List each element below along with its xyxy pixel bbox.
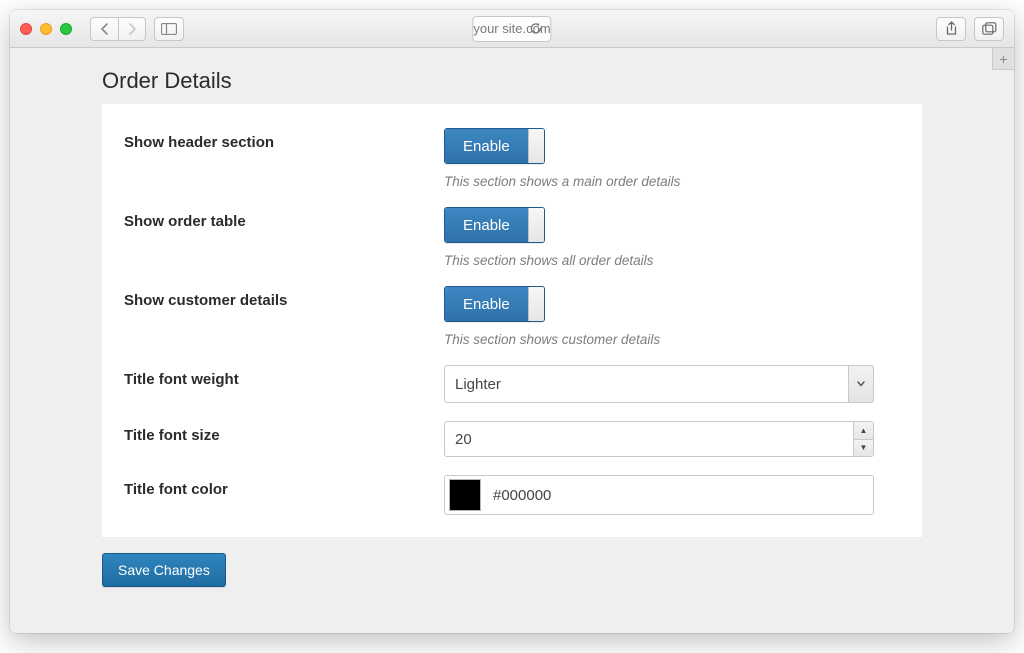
color-swatch[interactable] — [449, 479, 481, 511]
setting-label: Show customer details — [124, 286, 444, 309]
toggle-order-table[interactable]: Enable — [444, 207, 545, 243]
chevron-left-icon — [100, 23, 109, 35]
show-tabs-button[interactable] — [974, 17, 1004, 41]
back-button[interactable] — [90, 17, 118, 41]
forward-button[interactable] — [118, 17, 146, 41]
help-text: This section shows all order details — [444, 253, 900, 268]
font-size-input[interactable] — [444, 421, 874, 457]
share-icon — [945, 21, 958, 36]
toggle-handle — [528, 208, 544, 242]
setting-title-font-size: Title font size ▲ ▼ — [102, 403, 922, 457]
setting-control — [444, 475, 900, 515]
minimize-window-button[interactable] — [40, 23, 52, 35]
setting-label: Show header section — [124, 128, 444, 151]
page-title: Order Details — [102, 68, 922, 94]
toggle-label: Enable — [445, 208, 528, 242]
new-tab-button[interactable]: + — [992, 48, 1014, 70]
tabs-icon — [982, 22, 997, 35]
setting-show-header-section: Show header section Enable This section … — [102, 110, 922, 189]
content-wrap: Order Details Show header section Enable… — [10, 48, 1014, 607]
toggle-handle — [528, 129, 544, 163]
zoom-window-button[interactable] — [60, 23, 72, 35]
settings-panel: Show header section Enable This section … — [102, 104, 922, 537]
setting-control: Enable This section shows a main order d… — [444, 128, 900, 189]
setting-control: Lighter — [444, 365, 900, 403]
setting-control: ▲ ▼ — [444, 421, 900, 457]
show-sidebar-button[interactable] — [154, 17, 184, 41]
reload-icon — [530, 22, 543, 35]
setting-label: Show order table — [124, 207, 444, 230]
setting-label: Title font color — [124, 475, 444, 498]
chevron-right-icon — [128, 23, 137, 35]
number-input-wrap: ▲ ▼ — [444, 421, 874, 457]
browser-window: your site.com + Order Details Show heade… — [10, 10, 1014, 633]
page-viewport: Order Details Show header section Enable… — [10, 48, 1014, 633]
plus-icon: + — [999, 51, 1007, 67]
help-text: This section shows a main order details — [444, 174, 900, 189]
setting-title-font-color: Title font color — [102, 457, 922, 515]
toggle-customer-details[interactable]: Enable — [444, 286, 545, 322]
address-bar[interactable]: your site.com — [472, 16, 551, 42]
toggle-label: Enable — [445, 287, 528, 321]
setting-label: Title font weight — [124, 365, 444, 388]
toggle-handle — [528, 287, 544, 321]
sidebar-icon — [161, 23, 177, 35]
traffic-lights — [20, 23, 72, 35]
setting-show-customer-details: Show customer details Enable This sectio… — [102, 268, 922, 347]
select-value: Lighter — [444, 365, 874, 403]
color-hex-input[interactable] — [481, 487, 869, 504]
toggle-header-section[interactable]: Enable — [444, 128, 545, 164]
setting-control: Enable This section shows customer detai… — [444, 286, 900, 347]
select-font-weight[interactable]: Lighter — [444, 365, 874, 403]
help-text: This section shows customer details — [444, 332, 900, 347]
color-input-wrap — [444, 475, 874, 515]
share-button[interactable] — [936, 17, 966, 41]
save-changes-button[interactable]: Save Changes — [102, 553, 226, 587]
setting-control: Enable This section shows all order deta… — [444, 207, 900, 268]
close-window-button[interactable] — [20, 23, 32, 35]
setting-show-order-table: Show order table Enable This section sho… — [102, 189, 922, 268]
setting-label: Title font size — [124, 421, 444, 444]
toggle-label: Enable — [445, 129, 528, 163]
titlebar-right-group — [936, 17, 1004, 41]
reload-button[interactable] — [530, 22, 543, 35]
nav-back-forward — [90, 17, 146, 41]
setting-title-font-weight: Title font weight Lighter — [102, 347, 922, 403]
titlebar: your site.com — [10, 10, 1014, 48]
